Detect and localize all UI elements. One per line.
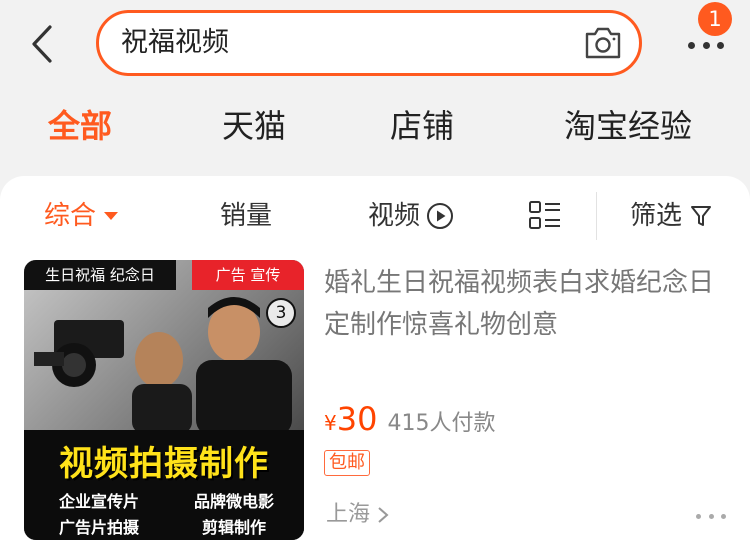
product-price: 30 <box>336 400 378 438</box>
thumbnail-banner: 视频拍摄制作 企业宣传片 品牌微电影 广告片拍摄 剪辑制作 <box>24 430 304 540</box>
product-item[interactable]: 生日祝福 纪念日 广告 宣传 3 视频拍摄制作 企业宣传片 品牌微电影 广告片拍… <box>24 260 750 554</box>
more-icon <box>688 42 724 50</box>
free-shipping-tag: 包邮 <box>324 450 370 476</box>
sort-divider <box>596 192 597 240</box>
search-input[interactable]: 祝福视频 <box>121 13 229 73</box>
tab-experience[interactable]: 淘宝经验 <box>564 90 692 162</box>
camera-search-button[interactable] <box>583 25 623 61</box>
header: 祝福视频 1 <box>0 0 750 88</box>
product-thumbnail[interactable]: 生日祝福 纪念日 广告 宣传 3 视频拍摄制作 企业宣传片 品牌微电影 广告片拍… <box>24 260 304 540</box>
tab-tmall[interactable]: 天猫 <box>222 90 286 162</box>
notification-badge: 1 <box>698 2 732 36</box>
shop-location[interactable]: 上海 <box>326 498 390 532</box>
play-circle-icon <box>427 203 454 229</box>
caret-down-icon <box>104 212 119 220</box>
product-title[interactable]: 婚礼生日祝福视频表白求婚纪念日定制作惊喜礼物创意 <box>324 262 728 346</box>
tab-all[interactable]: 全部 <box>48 90 112 162</box>
sort-bar: 综合 销量 视频 筛选 <box>0 176 750 256</box>
back-button[interactable] <box>22 22 62 66</box>
price-row: ¥ 30 415人付款 <box>324 400 495 444</box>
price-currency: ¥ <box>324 411 337 435</box>
results-card: 综合 销量 视频 筛选 生日祝福 纪念日 广告 宣传 3 视频拍摄制作 企业宣传… <box>0 176 750 554</box>
thumbnail-sub-3: 广告片拍摄 <box>58 518 139 537</box>
sort-video-label: 视频 <box>368 201 421 231</box>
thumbnail-counter: 3 <box>266 298 296 328</box>
chevron-left-icon <box>32 25 52 63</box>
scope-tabs: 全部 天猫 店铺 淘宝经验 <box>0 90 750 170</box>
thumbnail-tag-right: 广告 宣传 <box>192 260 304 290</box>
more-options-icon[interactable] <box>696 510 726 522</box>
filter-button[interactable]: 筛选 <box>630 176 712 256</box>
sort-comprehensive[interactable]: 综合 <box>44 176 119 256</box>
thumbnail-sub-4: 剪辑制作 <box>201 518 266 537</box>
sort-sales-label: 销量 <box>220 201 273 231</box>
sales-count: 415人付款 <box>387 411 496 436</box>
sort-comprehensive-label: 综合 <box>44 201 97 231</box>
filter-label: 筛选 <box>630 201 683 231</box>
thumbnail-sub-2: 品牌微电影 <box>193 492 274 511</box>
thumbnail-tag-left: 生日祝福 纪念日 <box>24 260 176 290</box>
sort-video[interactable]: 视频 <box>368 176 454 256</box>
camera-icon <box>585 27 621 59</box>
thumbnail-headline: 视频拍摄制作 <box>59 444 269 484</box>
list-layout-icon <box>529 201 560 229</box>
sort-sales[interactable]: 销量 <box>220 176 272 256</box>
tab-shops[interactable]: 店铺 <box>390 90 454 162</box>
search-box[interactable]: 祝福视频 <box>96 10 642 76</box>
location-label: 上海 <box>326 502 371 527</box>
chevron-right-icon <box>378 507 389 523</box>
layout-toggle[interactable] <box>528 200 562 232</box>
filter-icon <box>691 206 712 226</box>
thumbnail-sub-1: 企业宣传片 <box>58 492 139 511</box>
